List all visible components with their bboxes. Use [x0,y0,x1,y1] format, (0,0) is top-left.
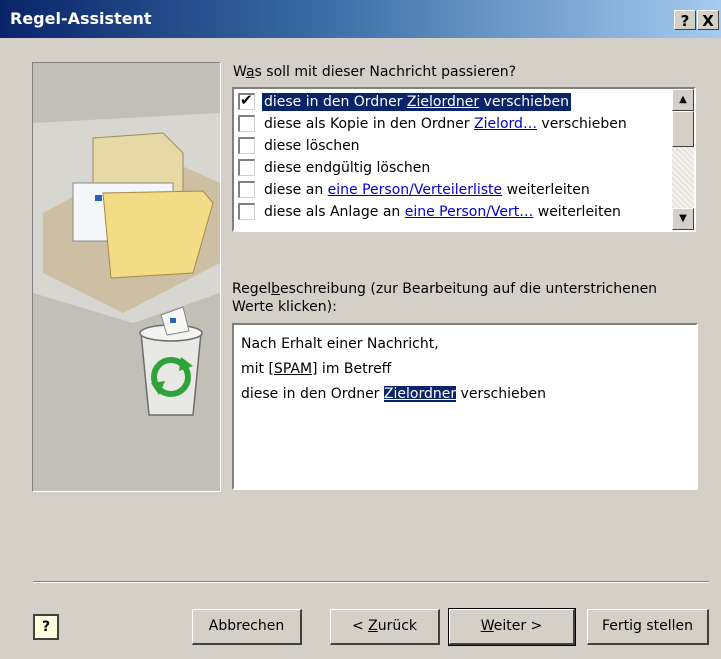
scroll-up-icon[interactable]: ▲ [672,89,694,111]
list-item[interactable]: diese als Anlage an eine Person/Vert… we… [236,201,671,223]
checkbox[interactable] [238,137,255,154]
scroll-thumb[interactable] [672,111,694,147]
help-icon[interactable]: ? [33,614,59,640]
copy-folder-link[interactable]: Zielord… [474,116,537,132]
description-line: Nach Erhalt einer Nachricht, [241,336,439,352]
next-button[interactable]: Weiter > [448,608,576,646]
list-item[interactable]: diese an eine Person/Verteilerliste weit… [236,179,671,201]
scroll-down-icon[interactable]: ▼ [672,208,694,230]
description-line: mit [SPAM] im Betreff [241,361,392,377]
close-button[interactable]: X [697,10,719,30]
finish-button[interactable]: Fertig stellen [587,609,709,645]
description-label: Regelbeschreibung (zur Bearbeitung auf d… [232,281,658,315]
description-line: diese in den Ordner Zielordner verschieb… [241,386,546,402]
rule-description-box[interactable]: Nach Erhalt einer Nachricht, mit [SPAM] … [232,323,698,490]
actions-label: Was soll mit dieser Nachricht passieren? [233,64,517,80]
check-icon: ✔ [240,91,253,109]
checkbox[interactable] [238,203,255,220]
checkbox[interactable]: ✔ [238,91,255,110]
separator [33,582,709,583]
list-item[interactable]: diese als Kopie in den Ordner Zielord… v… [236,113,671,135]
window-title: Regel-Assistent [10,9,152,28]
checkbox[interactable] [238,159,255,176]
list-item[interactable]: diese löschen [236,135,671,157]
person-link[interactable]: eine Person/Verteilerliste [328,182,503,198]
cancel-button[interactable]: Abbrechen [192,609,302,645]
list-item[interactable]: ✔ diese in den Ordner Zielordner verschi… [236,91,671,113]
checkbox[interactable] [238,115,255,132]
spam-value-link[interactable]: [SPAM] [268,361,317,377]
target-folder-value-link[interactable]: Zielordner [383,386,457,402]
target-folder-link[interactable]: Zielordner [407,94,479,110]
vertical-scrollbar[interactable]: ▲ ▼ [672,89,694,230]
checkbox[interactable] [238,181,255,198]
person-attachment-link[interactable]: eine Person/Vert… [405,204,534,220]
wizard-illustration [32,62,221,492]
title-bar: Regel-Assistent ? X [0,0,721,38]
back-button[interactable]: < Zurück [330,609,440,645]
list-item[interactable]: diese endgültig löschen [236,157,671,179]
actions-list[interactable]: ✔ diese in den Ordner Zielordner verschi… [232,87,696,232]
help-title-button[interactable]: ? [674,10,696,30]
